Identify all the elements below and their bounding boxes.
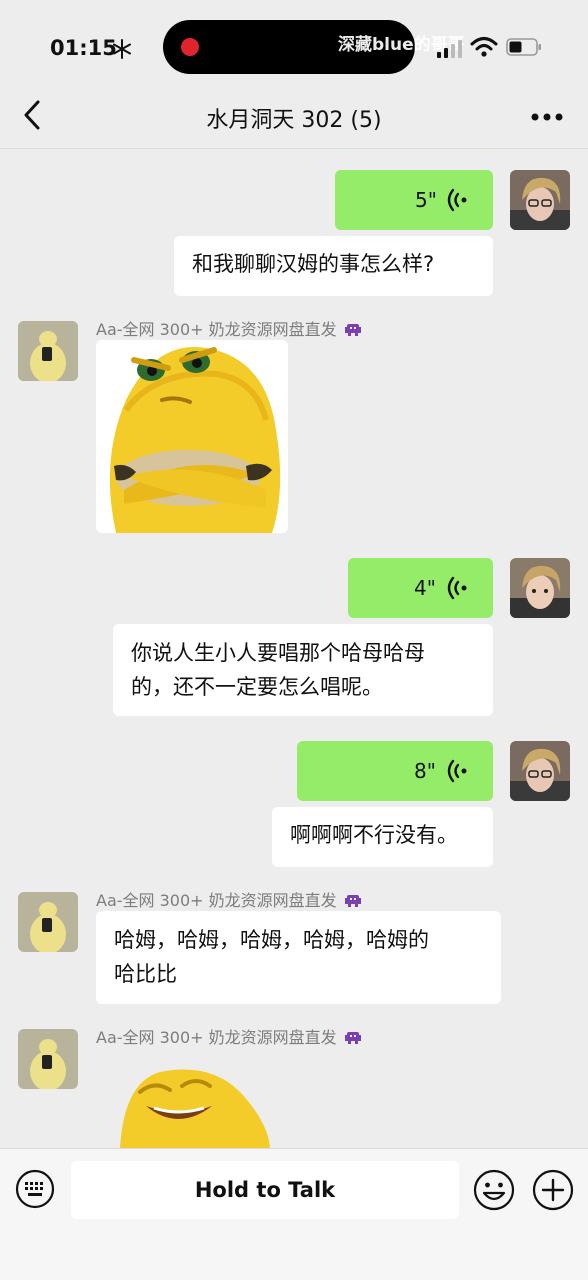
yellow-monster-laughing-icon xyxy=(120,1069,270,1148)
transcript-text-line1: 你说人生小人要唱那个哈母哈母 xyxy=(131,641,425,665)
sender-name-text: Aa-全网 300+ 奶龙资源网盘直发 xyxy=(96,1028,337,1047)
chat-header: 水月洞天 302 (5) xyxy=(0,88,588,146)
wifi-icon xyxy=(470,37,498,57)
transcript-bubble[interactable]: 和我聊聊汉姆的事怎么样? xyxy=(174,236,493,296)
transcript-text-line2: 的，还不一定要怎么唱呢。 xyxy=(131,675,383,699)
cellular-signal-icon xyxy=(437,40,462,58)
sender-name: Aa-全网 300+ 奶龙资源网盘直发 xyxy=(96,887,362,911)
sticker-arms-crossed[interactable] xyxy=(96,340,288,533)
recording-indicator xyxy=(181,38,199,56)
transcript-text: 啊啊啊不行没有。 xyxy=(290,823,458,847)
transcript-bubble[interactable]: 啊啊啊不行没有。 xyxy=(272,807,493,867)
transcript-bubble[interactable]: 你说人生小人要唱那个哈母哈母 的，还不一定要怎么唱呢。 xyxy=(113,624,493,716)
plus-icon[interactable] xyxy=(532,1169,574,1211)
hold-to-talk-button[interactable]: Hold to Talk xyxy=(71,1161,459,1219)
member-avatar[interactable] xyxy=(18,892,78,952)
alien-monster-icon xyxy=(344,324,361,336)
member-avatar[interactable] xyxy=(18,1029,78,1089)
avatar-photo-icon xyxy=(510,170,570,230)
snowflake-icon xyxy=(113,39,131,59)
voice-wave-icon xyxy=(447,188,467,212)
text-message-bubble[interactable]: 哈姆，哈姆，哈姆，哈姆，哈姆的 哈比比 xyxy=(96,911,501,1004)
transcript-text: 和我聊聊汉姆的事怎么样? xyxy=(192,252,435,276)
voice-message-bubble[interactable]: 8" xyxy=(297,741,493,801)
more-options-icon[interactable] xyxy=(530,112,564,122)
status-time: 01:15 xyxy=(50,36,117,60)
alien-monster-icon xyxy=(344,1032,361,1044)
voice-duration: 4" xyxy=(414,576,436,600)
voice-message-bubble[interactable]: 5" xyxy=(335,170,493,230)
emoji-icon[interactable] xyxy=(473,1169,515,1211)
member-avatar[interactable] xyxy=(18,321,78,381)
chat-title: 水月洞天 302 (5) xyxy=(206,108,382,133)
voice-wave-icon xyxy=(447,759,467,783)
message-text-line2: 哈比比 xyxy=(114,962,177,986)
sender-name: Aa-全网 300+ 奶龙资源网盘直发 xyxy=(96,316,362,340)
self-avatar[interactable] xyxy=(510,170,570,230)
sender-name: Aa-全网 300+ 奶龙资源网盘直发 xyxy=(96,1024,362,1048)
self-avatar[interactable] xyxy=(510,741,570,801)
voice-duration: 8" xyxy=(414,759,436,783)
avatar-yellow-figure-icon xyxy=(18,1029,78,1089)
voice-duration: 5" xyxy=(415,188,437,212)
self-avatar[interactable] xyxy=(510,558,570,618)
keyboard-icon[interactable] xyxy=(15,1169,55,1209)
status-bar: 01:15 深藏blue的哥哥 xyxy=(0,0,588,90)
avatar-photo-icon xyxy=(510,741,570,801)
message-text-line1: 哈姆，哈姆，哈姆，哈姆，哈姆的 xyxy=(114,928,429,952)
battery-icon xyxy=(506,38,541,56)
sender-name-text: Aa-全网 300+ 奶龙资源网盘直发 xyxy=(96,320,337,339)
header-divider xyxy=(0,148,588,149)
avatar-yellow-figure-icon xyxy=(18,321,78,381)
input-bar: Hold to Talk xyxy=(0,1148,588,1280)
avatar-yellow-figure-icon xyxy=(18,892,78,952)
voice-message-bubble[interactable]: 4" xyxy=(348,558,493,618)
sender-name-text: Aa-全网 300+ 奶龙资源网盘直发 xyxy=(96,891,337,910)
avatar-photo-icon xyxy=(510,558,570,618)
voice-wave-icon xyxy=(447,576,467,600)
alien-monster-icon xyxy=(344,895,361,907)
sticker-laughing[interactable] xyxy=(100,1062,290,1148)
yellow-monster-arms-crossed-icon xyxy=(96,340,288,533)
